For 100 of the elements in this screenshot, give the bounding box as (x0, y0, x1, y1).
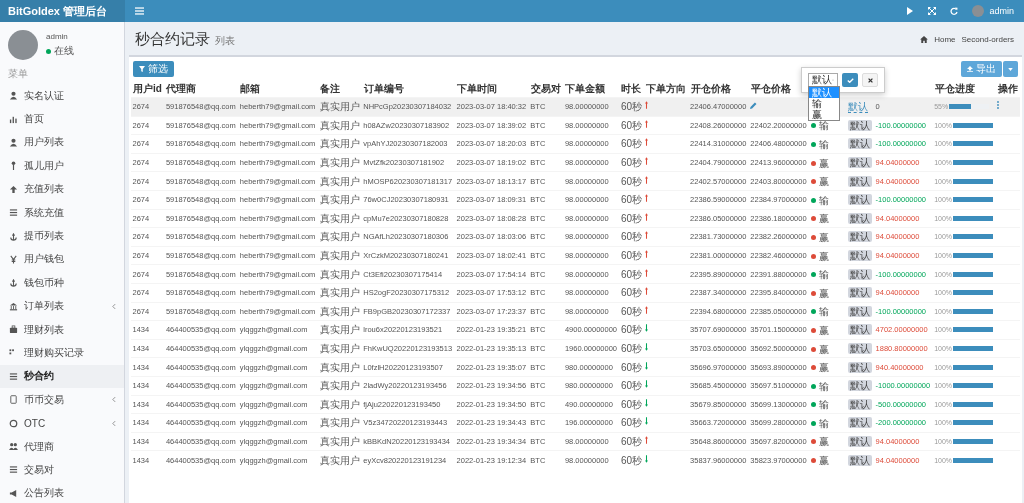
dropdown-option[interactable]: 赢 (809, 109, 840, 120)
refresh-icon[interactable] (950, 7, 959, 15)
nav-item[interactable]: 秒合约 (0, 364, 124, 389)
nav-item[interactable]: 系统充值 (0, 200, 124, 225)
risk-tag: 默认 (848, 138, 873, 150)
column-header: 下单方向 (645, 83, 686, 94)
result-text: 赢 (818, 343, 829, 355)
table-cell: 60秒 (620, 436, 642, 447)
table-cell: 60秒 (620, 175, 642, 187)
close-icon (867, 77, 873, 83)
risk-tag: 默认 (848, 119, 873, 131)
breadcrumb-link[interactable]: Home (934, 35, 956, 44)
play-icon[interactable] (906, 7, 915, 15)
risk-tag: 默认 (848, 398, 873, 410)
table-cell: 60秒 (620, 361, 642, 373)
horn-icon (9, 488, 18, 498)
table-cell: 60秒 (620, 454, 642, 466)
breadcrumb-link[interactable]: Second-orders (961, 35, 1014, 44)
nav-item[interactable]: 公告列表 (0, 481, 124, 503)
risk-tag: 默认 (848, 305, 873, 317)
bars-icon (9, 208, 18, 218)
filter-icon (139, 66, 145, 72)
bars-icon (9, 465, 18, 475)
column-header: 开仓价格 (690, 83, 731, 94)
filter-button[interactable]: 筛选 (133, 61, 174, 77)
table-cell: 60秒 (620, 212, 642, 224)
table-cell: 60秒 (620, 287, 642, 299)
table-cell: 60秒 (620, 194, 642, 206)
nav-item[interactable]: 实名认证 (0, 84, 124, 108)
table-cell: 真实用户 (319, 436, 360, 447)
risk-tag: 默认 (848, 194, 873, 206)
menu-icon[interactable] (135, 7, 144, 15)
table-cell: 真实用户 (319, 324, 360, 336)
cancel-button[interactable] (862, 73, 879, 87)
users-icon (9, 442, 18, 452)
nav-item[interactable]: 币币交易 (0, 388, 124, 412)
table-cell: 真实用户 (319, 454, 360, 466)
user-avatar (8, 30, 38, 60)
nav-item[interactable]: 交易对 (0, 458, 124, 482)
nav-item[interactable]: OTC (0, 411, 124, 435)
user-name[interactable]: admin (989, 6, 1014, 16)
result-text: 赢 (818, 157, 829, 169)
result-text: 输 (818, 399, 829, 411)
check-icon (846, 77, 854, 83)
table-cell: 真实用户 (319, 343, 360, 354)
table-cell: 真实用户 (319, 417, 360, 429)
nav-item[interactable]: 代理商 (0, 434, 124, 459)
nav-item[interactable]: 订单列表 (0, 294, 124, 318)
nav-item[interactable]: 理财列表 (0, 317, 124, 342)
result-text: 赢 (818, 455, 829, 467)
table-cell: 60秒 (620, 398, 642, 410)
result-select[interactable]: 默认 (808, 73, 839, 87)
table-cell: 60秒 (620, 268, 642, 280)
table-cell: 60秒 (620, 157, 642, 169)
table-cell: 60秒 (620, 417, 642, 429)
result-text: 输 (818, 306, 829, 318)
pencil-icon[interactable] (750, 102, 758, 110)
risk-tag: 默认 (848, 454, 873, 466)
table-cell: 真实用户 (319, 250, 360, 262)
nav-item[interactable]: 理财购买记录 (0, 341, 124, 365)
status-text: 在线 (54, 44, 74, 58)
risk-tag: 默认 (848, 268, 873, 280)
nav-item[interactable]: 用户列表 (0, 130, 124, 155)
app-logo[interactable]: BitGoldex 管理后台 (0, 0, 125, 22)
upload-icon (967, 66, 973, 72)
pin-icon (9, 161, 18, 171)
tablet-icon (9, 395, 18, 405)
nav-item[interactable]: 用户钱包 (0, 247, 124, 272)
risk-tag: 默认 (848, 380, 873, 392)
table-cell: 真实用户 (319, 231, 360, 243)
expand-icon[interactable] (928, 7, 937, 15)
column-header: 交易对 (530, 83, 561, 94)
table-cell: 真实用户 (319, 119, 360, 131)
result-text: 输 (818, 194, 829, 206)
result-text: 赢 (818, 324, 829, 336)
table-cell: 真实用户 (319, 305, 360, 317)
up-icon (9, 184, 18, 194)
nav-item[interactable]: 首页 (0, 107, 124, 131)
result-text: 赢 (818, 213, 829, 225)
dropdown-option[interactable]: 输 (809, 98, 840, 109)
result-text: 输 (818, 417, 829, 429)
risk-tag: 默认 (848, 417, 873, 429)
export-dropdown-button[interactable] (1003, 61, 1018, 77)
circle-icon (9, 418, 18, 428)
nav-item[interactable]: 充值列表 (0, 177, 124, 201)
risk-tag: 默认 (848, 157, 873, 169)
user-name: admin (46, 32, 69, 41)
table-cell: 60秒 (620, 324, 642, 336)
nav-item[interactable]: 钱包币种 (0, 271, 124, 295)
nav-item[interactable]: 孤儿用户 (0, 154, 124, 178)
column-header: 代理商 (166, 83, 197, 94)
column-header: 时长 (621, 83, 642, 94)
page-title: 秒合约记录 (135, 30, 210, 47)
result-text: 赢 (818, 287, 829, 299)
table-cell: 真实用户 (319, 175, 360, 187)
confirm-button[interactable] (842, 73, 859, 87)
nav-item[interactable]: 提币列表 (0, 224, 124, 248)
table-cell: 真实用户 (319, 361, 360, 373)
risk-tag: 默认 (848, 231, 873, 243)
result-text: 赢 (818, 250, 829, 262)
